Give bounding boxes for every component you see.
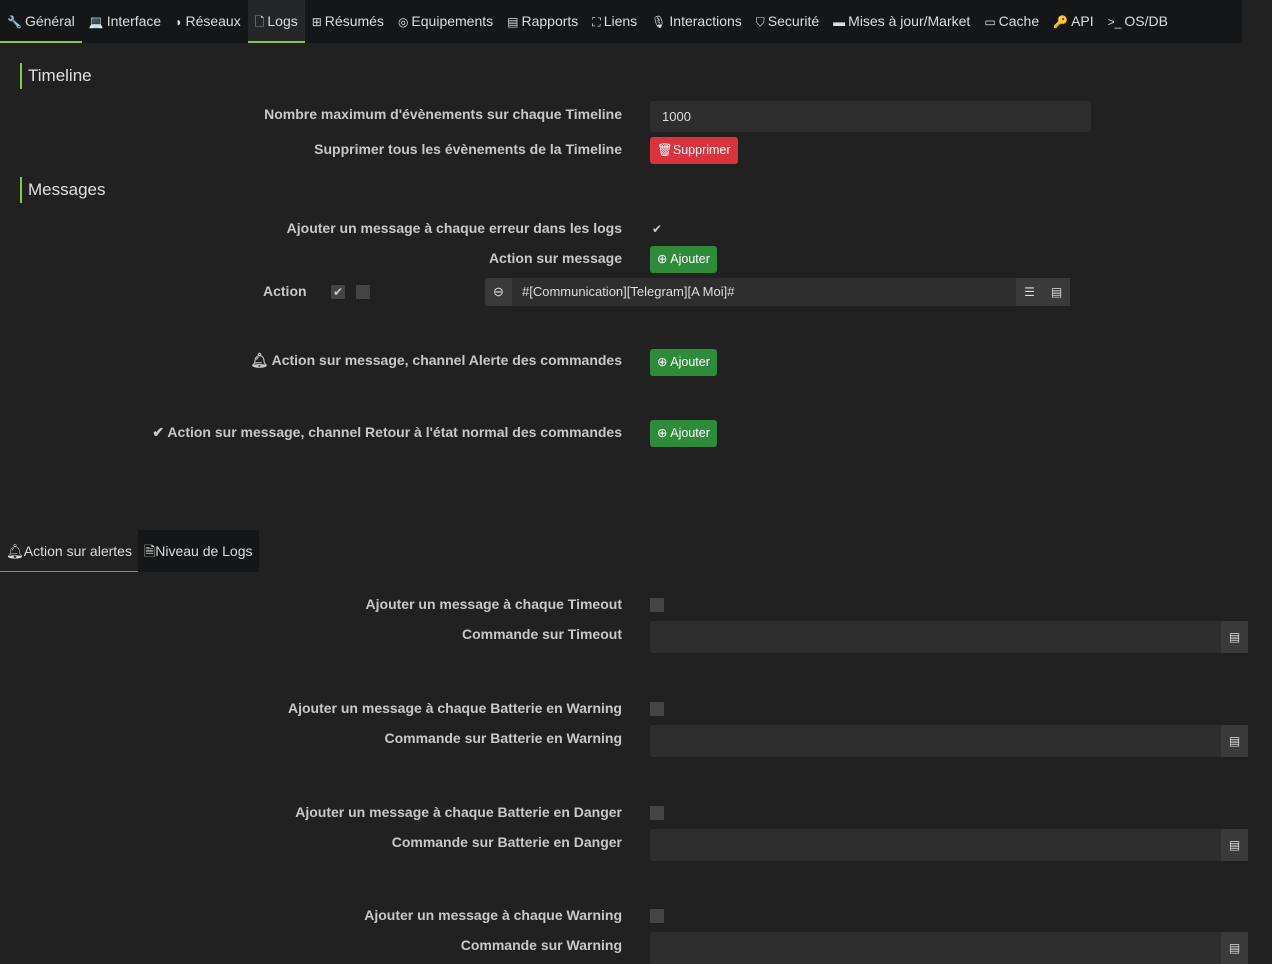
file-icon: 🗋 — [254, 15, 265, 29]
return-channel-label: ✔ Action sur message, channel Retour à l… — [152, 424, 622, 440]
rss-icon: ◗ — [175, 15, 183, 29]
tab-os-db[interactable]: >_ OS/DB — [1101, 0, 1175, 43]
check-icon: ✔ — [152, 424, 168, 440]
tab-securit-[interactable]: ⛉ Securité — [749, 0, 826, 43]
sitemap-icon: ⛶ — [592, 15, 601, 29]
action-option-checkbox[interactable] — [356, 285, 370, 299]
terminal-icon: >_ — [1107, 15, 1122, 29]
trash-icon: 🗑 — [657, 143, 673, 157]
alert-cmd-label: Commande sur Timeout — [462, 626, 622, 642]
action-row-label: Action — [263, 283, 307, 299]
alert-checkbox[interactable] — [650, 702, 664, 716]
add-error-checkbox[interactable]: ✔ — [650, 222, 664, 236]
action-message-label: Action sur message — [488, 250, 622, 266]
alert-channel-label: 🔔︎ Action sur message, channel Alerte de… — [250, 352, 622, 368]
bell-icon: 🔔︎ — [250, 352, 272, 368]
add-alert-action-button[interactable]: ⊕ Ajouter — [650, 349, 717, 376]
plus-circle-icon: ⊕ — [657, 252, 671, 266]
tab-liens[interactable]: ⛶ Liens — [585, 0, 644, 43]
max-events-label: Nombre maximum d'évènements sur chaque T… — [264, 106, 622, 122]
report-icon: ▤ — [507, 15, 519, 29]
tab-rapports[interactable]: ▤ Rapports — [500, 0, 585, 43]
tab-mises-jour-market[interactable]: ▬ Mises à jour/Market — [826, 0, 977, 43]
wrench-icon: 🔧 — [7, 15, 22, 29]
microphone-icon: 🎙 — [651, 15, 667, 29]
tab-r-sum-s[interactable]: ⊞ Résumés — [305, 0, 391, 43]
key-icon: 🔑 — [1053, 15, 1069, 29]
tab-interface[interactable]: 💻 Interface — [82, 0, 168, 43]
laptop-icon: 💻 — [88, 15, 104, 29]
section-timeline: Timeline — [20, 63, 92, 89]
tab-equipements[interactable]: ◎ Equipements — [391, 0, 500, 43]
add-action-button[interactable]: ⊕ Ajouter — [650, 246, 717, 273]
tab-api[interactable]: 🔑 API — [1046, 0, 1101, 43]
tab-cache[interactable]: ▭ Cache — [977, 0, 1046, 43]
add-return-action-button[interactable]: ⊕ Ajouter — [650, 420, 717, 447]
alert-cmd-label: Commande sur Batterie en Warning — [384, 730, 622, 746]
tab-niveau-logs[interactable]: 🗎Niveau de Logs — [137, 530, 259, 572]
select-command-icon[interactable]: ▤ — [1043, 278, 1070, 306]
delete-events-label: Supprimer tous les évènements de la Time… — [314, 141, 622, 157]
alert-cmd-input[interactable]: ▤ — [650, 829, 1248, 861]
select-command-icon[interactable]: ▤ — [1221, 621, 1248, 653]
remove-icon[interactable]: ⊖ — [485, 278, 512, 306]
select-command-icon[interactable]: ▤ — [1221, 829, 1248, 861]
plus-circle-icon: ⊕ — [657, 426, 671, 440]
tab-action-alertes[interactable]: 🔔︎Action sur alertes — [0, 530, 138, 572]
tab-interactions[interactable]: 🎙 Interactions — [644, 0, 749, 43]
tab-g-n-ral[interactable]: 🔧 Général — [0, 0, 82, 43]
bell-icon: 🔔︎ — [6, 543, 24, 559]
alert-cmd-label: Commande sur Batterie en Danger — [391, 834, 622, 850]
options-list-icon[interactable]: ☰ — [1016, 278, 1043, 306]
select-command-icon[interactable]: ▤ — [1221, 725, 1248, 757]
alert-check-label: Ajouter un message à chaque Batterie en … — [287, 700, 622, 716]
sub-tabs: 🔔︎Action sur alertes 🗎Niveau de Logs — [0, 530, 259, 572]
table-icon: ⊞ — [311, 15, 322, 29]
alert-cmd-input[interactable]: ▤ — [650, 621, 1248, 653]
max-events-input[interactable] — [650, 101, 1091, 132]
main-nav: 🔧 Général 💻 Interface ◗ Réseaux 🗋 Logs ⊞ Résumés ◎… — [0, 0, 1242, 43]
equipment-icon: ◎ — [397, 15, 409, 29]
add-error-label: Ajouter un message à chaque erreur dans … — [286, 220, 622, 236]
file-icon: 🗎 — [143, 543, 156, 559]
alert-check-label: Ajouter un message à chaque Warning — [364, 907, 622, 923]
hdd-icon: ▭ — [984, 15, 996, 29]
alert-checkbox[interactable] — [650, 909, 664, 923]
alert-cmd-input[interactable]: ▤ — [650, 932, 1248, 964]
alert-cmd-label: Commande sur Warning — [460, 937, 622, 953]
alert-check-label: Ajouter un message à chaque Timeout — [365, 596, 622, 612]
tab-r-seaux[interactable]: ◗ Réseaux — [168, 0, 248, 43]
tab-logs[interactable]: 🗋 Logs — [247, 0, 305, 43]
alert-checkbox[interactable] — [650, 598, 664, 612]
alert-checkbox[interactable] — [650, 806, 664, 820]
action-enable-checkbox[interactable]: ✔ — [331, 285, 345, 299]
shield-icon: ⛉ — [755, 15, 765, 29]
action-command-input[interactable]: ⊖ #[Communication][Telegram][A Moi]# ☰ ▤ — [485, 278, 1070, 306]
alert-cmd-input[interactable]: ▤ — [650, 725, 1248, 757]
section-messages: Messages — [20, 177, 105, 203]
plus-circle-icon: ⊕ — [657, 355, 671, 369]
alert-check-label: Ajouter un message à chaque Batterie en … — [295, 804, 622, 820]
server-icon: ▬ — [833, 15, 846, 29]
select-command-icon[interactable]: ▤ — [1221, 932, 1248, 964]
delete-button[interactable]: 🗑Supprimer — [650, 137, 738, 164]
